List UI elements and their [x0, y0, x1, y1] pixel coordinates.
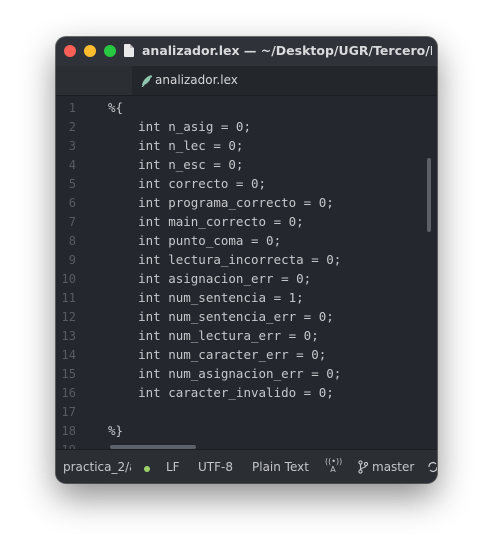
line-code: int lectura_incorrecta = 0;	[108, 252, 342, 267]
code-line[interactable]: 15 int num_asignacion_err = 0;	[56, 365, 437, 384]
code-line[interactable]: 7 int main_correcto = 0;	[56, 213, 437, 232]
line-code: int num_asignacion_err = 0;	[108, 366, 342, 381]
code-line[interactable]: 1 %{	[56, 99, 437, 118]
line-number: 3	[68, 139, 76, 153]
tab-label: analizador.lex	[155, 73, 238, 87]
line-number: 9	[68, 253, 76, 267]
line-code: int caracter_invalido = 0;	[108, 385, 334, 400]
close-window-button[interactable]	[64, 45, 76, 57]
line-number: 5	[68, 177, 76, 191]
code-line[interactable]: 16 int caracter_invalido = 0;	[56, 384, 437, 403]
line-code: int punto_coma = 0;	[108, 233, 282, 248]
sync-icon[interactable]	[427, 460, 437, 474]
syntax-selector[interactable]: Plain Text	[252, 460, 309, 474]
code-editor[interactable]: 1 %{2 int n_asig = 0; 3 int n_lec = 0; 4 in…	[56, 96, 437, 449]
status-dot-icon	[144, 466, 150, 472]
code-line[interactable]: 2 int n_asig = 0;	[56, 118, 437, 137]
editor-window: analizador.lex — ~/Desktop/UGR/Tercero/P…	[56, 37, 437, 483]
code-line[interactable]: 11 int num_sentencia = 1;	[56, 289, 437, 308]
code-line[interactable]: 18%}	[56, 422, 437, 441]
line-code: int num_caracter_err = 0;	[108, 347, 327, 362]
zoom-window-button[interactable]	[104, 45, 116, 57]
code-line[interactable]: 13 int num_lectura_err = 0;	[56, 327, 437, 346]
line-number: 14	[61, 348, 76, 362]
line-code: int n_lec = 0;	[108, 138, 244, 153]
code-line[interactable]: 17	[56, 403, 437, 422]
git-branch[interactable]: master	[372, 460, 414, 474]
line-number: 6	[68, 196, 76, 210]
code-line[interactable]: 4 int n_esc = 0;	[56, 156, 437, 175]
line-number: 17	[61, 405, 76, 419]
line-number: 7	[68, 215, 76, 229]
line-code: int num_sentencia_err = 0;	[108, 309, 334, 324]
minimize-window-button[interactable]	[84, 45, 96, 57]
status-bar: practica_2/a LF UTF-8 Plain Text ((•)) A …	[56, 449, 437, 483]
tab-analizador-lex[interactable]: analizador.lex	[132, 66, 437, 95]
code-line[interactable]: 14 int num_caracter_err = 0;	[56, 346, 437, 365]
line-number: 11	[61, 291, 76, 305]
line-number: 10	[61, 272, 76, 286]
line-ending[interactable]: LF	[166, 460, 180, 474]
line-number: 12	[61, 310, 76, 324]
line-number: 8	[68, 234, 76, 248]
line-number: 18	[61, 424, 76, 438]
window-title: analizador.lex — ~/Desktop/UGR/Tercero/P…	[142, 43, 432, 58]
line-number: 16	[61, 386, 76, 400]
encoding[interactable]: UTF-8	[198, 460, 233, 474]
line-code: int n_esc = 0;	[108, 157, 244, 172]
tab-bar: analizador.lex	[56, 66, 437, 96]
line-number: 13	[61, 329, 76, 343]
broadcast-icon[interactable]: ((•)) A	[325, 458, 342, 474]
title-bar[interactable]: analizador.lex — ~/Desktop/UGR/Tercero/P…	[56, 37, 437, 66]
code-line[interactable]: 12 int num_sentencia_err = 0;	[56, 308, 437, 327]
code-line[interactable]: 6 int programa_correcto = 0;	[56, 194, 437, 213]
document-icon	[124, 44, 134, 57]
project-name[interactable]: practica_2/a	[63, 460, 131, 474]
line-code: int num_sentencia = 1;	[108, 290, 304, 305]
line-code: int n_asig = 0;	[108, 119, 251, 134]
line-code: int asignacion_err = 0;	[108, 271, 312, 286]
line-code: int num_lectura_err = 0;	[108, 328, 319, 343]
code-line[interactable]: 3 int n_lec = 0;	[56, 137, 437, 156]
line-code: %{	[108, 100, 124, 115]
line-code: int main_correcto = 0;	[108, 214, 304, 229]
line-code: int correcto = 0;	[108, 176, 267, 191]
code-line[interactable]: 5 int correcto = 0;	[56, 175, 437, 194]
code-line[interactable]: 9 int lectura_incorrecta = 0;	[56, 251, 437, 270]
lex-bird-icon	[141, 75, 153, 87]
git-branch-icon	[358, 460, 368, 474]
line-code: %}	[108, 423, 124, 438]
code-line[interactable]: 8 int punto_coma = 0;	[56, 232, 437, 251]
line-number: 15	[61, 367, 76, 381]
line-number: 4	[68, 158, 76, 172]
line-number: 2	[68, 120, 76, 134]
line-code: int programa_correcto = 0;	[108, 195, 334, 210]
line-number: 1	[68, 101, 76, 115]
code-line[interactable]: 10 int asignacion_err = 0;	[56, 270, 437, 289]
